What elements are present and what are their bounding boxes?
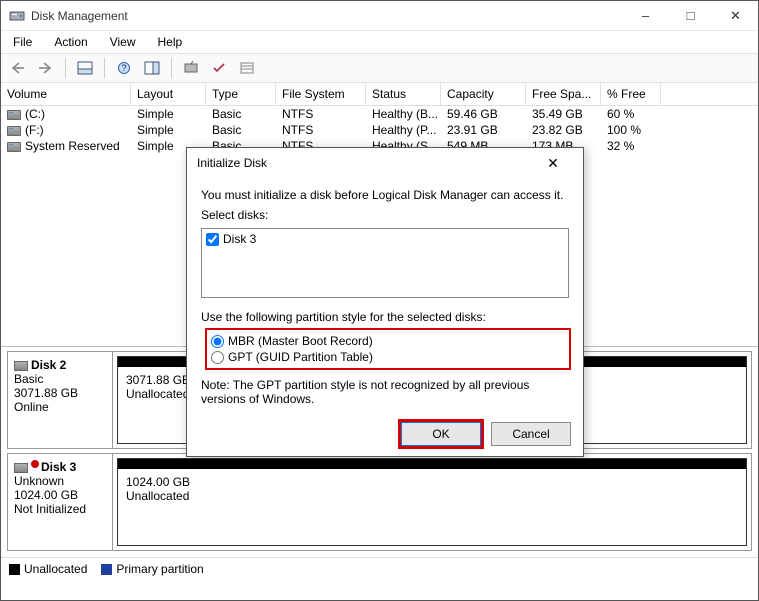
help-button[interactable]: ?	[113, 57, 135, 79]
radio-mbr-label: MBR (Master Boot Record)	[228, 334, 373, 348]
ok-button[interactable]: OK	[401, 422, 481, 446]
radio-mbr-row[interactable]: MBR (Master Boot Record)	[211, 333, 565, 349]
disk-icon	[14, 463, 28, 473]
menubar: File Action View Help	[1, 31, 758, 53]
separator	[171, 58, 172, 78]
legend-primary: Primary partition	[101, 562, 203, 576]
titlebar: Disk Management – □ ✕	[1, 1, 758, 31]
radio-gpt-label: GPT (GUID Partition Table)	[228, 350, 373, 364]
panes-button[interactable]	[74, 57, 96, 79]
svg-text:?: ?	[121, 63, 126, 73]
swatch-blue	[101, 564, 112, 575]
partition-style-label: Use the following partition style for th…	[201, 310, 569, 324]
radio-gpt-row[interactable]: GPT (GUID Partition Table)	[211, 349, 565, 365]
dialog-body: You must initialize a disk before Logica…	[187, 178, 583, 422]
volume-icon	[7, 126, 21, 136]
refresh-button[interactable]	[180, 57, 202, 79]
dialog-title: Initialize Disk	[197, 156, 533, 170]
radio-gpt[interactable]	[211, 351, 224, 364]
header-volume[interactable]: Volume	[1, 83, 131, 105]
cancel-button[interactable]: Cancel	[491, 422, 571, 446]
header-status[interactable]: Status	[366, 83, 441, 105]
menu-action[interactable]: Action	[50, 33, 91, 51]
separator	[104, 58, 105, 78]
dialog-button-row: OK Cancel	[401, 422, 571, 446]
separator	[65, 58, 66, 78]
settings-button[interactable]	[141, 57, 163, 79]
menu-help[interactable]: Help	[154, 33, 187, 51]
partition-stripe	[118, 459, 746, 469]
disk-list-item[interactable]: Disk 3	[206, 232, 564, 246]
disk-mgmt-icon	[9, 8, 25, 24]
header-layout[interactable]: Layout	[131, 83, 206, 105]
check-button[interactable]	[208, 57, 230, 79]
volume-icon	[7, 142, 21, 152]
menu-view[interactable]: View	[106, 33, 140, 51]
volume-row[interactable]: (C:)SimpleBasicNTFSHealthy (B...59.46 GB…	[1, 106, 758, 122]
maximize-button[interactable]: □	[668, 1, 713, 30]
partition-label: 1024.00 GBUnallocated	[118, 469, 746, 545]
disk-select-list: Disk 3	[201, 228, 569, 298]
forward-button[interactable]	[35, 57, 57, 79]
select-disks-label: Select disks:	[201, 208, 569, 222]
disk-block[interactable]: Disk 3Unknown1024.00 GBNot Initialized10…	[7, 453, 752, 551]
dialog-titlebar: Initialize Disk ✕	[187, 148, 583, 178]
menu-file[interactable]: File	[9, 33, 36, 51]
disk-info: Disk 3Unknown1024.00 GBNot Initialized	[8, 454, 113, 550]
dialog-close-button[interactable]: ✕	[533, 150, 573, 176]
swatch-black	[9, 564, 20, 575]
grid-header: Volume Layout Type File System Status Ca…	[1, 83, 758, 106]
dialog-note: Note: The GPT partition style is not rec…	[201, 378, 569, 406]
dialog-message: You must initialize a disk before Logica…	[201, 188, 569, 202]
legend-unallocated: Unallocated	[9, 562, 87, 576]
list-button[interactable]	[236, 57, 258, 79]
disk-icon	[14, 361, 28, 371]
volume-icon	[7, 110, 21, 120]
disk-partition[interactable]: 1024.00 GBUnallocated	[117, 458, 747, 546]
uninitialized-icon	[31, 460, 39, 468]
minimize-button[interactable]: –	[623, 1, 668, 30]
disk-info: Disk 2Basic3071.88 GBOnline	[8, 352, 113, 448]
close-button[interactable]: ✕	[713, 1, 758, 30]
initialize-disk-dialog: Initialize Disk ✕ You must initialize a …	[186, 147, 584, 457]
disk-management-window: Disk Management – □ ✕ File Action View H…	[0, 0, 759, 601]
header-capacity[interactable]: Capacity	[441, 83, 526, 105]
header-filesystem[interactable]: File System	[276, 83, 366, 105]
header-freespace[interactable]: Free Spa...	[526, 83, 601, 105]
back-button[interactable]	[7, 57, 29, 79]
legend: Unallocated Primary partition	[1, 557, 758, 579]
disk-checkbox[interactable]	[206, 233, 219, 246]
header-type[interactable]: Type	[206, 83, 276, 105]
toolbar: ?	[1, 53, 758, 83]
partition-style-group: MBR (Master Boot Record) GPT (GUID Parti…	[207, 330, 569, 368]
radio-mbr[interactable]	[211, 335, 224, 348]
volume-row[interactable]: (F:)SimpleBasicNTFSHealthy (P...23.91 GB…	[1, 122, 758, 138]
header-pctfree[interactable]: % Free	[601, 83, 661, 105]
disk-label: Disk 3	[223, 232, 256, 246]
window-title: Disk Management	[31, 9, 623, 23]
